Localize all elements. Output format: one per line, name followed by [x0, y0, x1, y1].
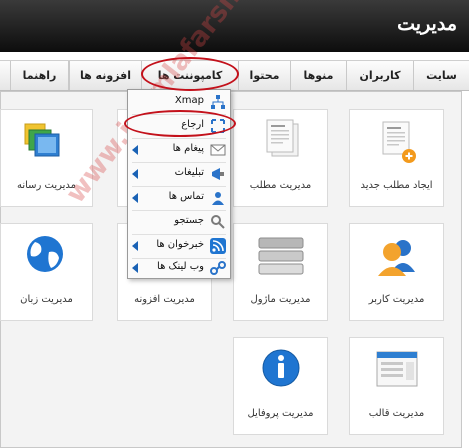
- menu-item-extensions[interactable]: افزونه ها: [69, 61, 141, 90]
- dropdown-item-messages[interactable]: پیغام ها: [128, 138, 230, 162]
- quick-icon-label: مدیریت رسانه: [16, 180, 77, 191]
- dropdown-item-xmap[interactable]: Xmap: [128, 90, 230, 114]
- article-manager-icon: [234, 118, 327, 168]
- quick-icons-panel: ایجاد مطلب جدید مدیریت مطلب مدیریت رسانه…: [0, 91, 462, 448]
- submenu-arrow-icon: [132, 145, 138, 155]
- components-dropdown-menu: Xmap ارجاع پیغام ها تبلیغات تماس ها جستج…: [127, 89, 231, 279]
- dropdown-item-contacts[interactable]: تماس ها: [128, 186, 230, 210]
- admin-header: مدیریت: [0, 0, 469, 52]
- user-manager-icon: [350, 232, 443, 282]
- media-manager-icon: [1, 118, 92, 168]
- menu-item-components[interactable]: کامپوننت ها: [141, 61, 238, 90]
- dropdown-item-banners[interactable]: تبلیغات: [128, 162, 230, 186]
- submenu-arrow-icon: [132, 169, 138, 179]
- dropdown-item-redirect[interactable]: ارجاع: [128, 114, 230, 138]
- submenu-arrow-icon: [132, 263, 138, 273]
- contacts-icon: [210, 190, 226, 206]
- profile-icon: [234, 346, 327, 396]
- quick-icon-article-manager[interactable]: مدیریت مطلب: [233, 109, 328, 207]
- redirect-icon: [210, 118, 226, 134]
- quick-icon-language-manager[interactable]: مدیریت زبان: [0, 223, 93, 321]
- quick-icon-module-manager[interactable]: مدیریت ماژول: [233, 223, 328, 321]
- template-manager-icon: [350, 346, 443, 396]
- quick-icon-label: مدیریت قالب: [368, 408, 425, 419]
- submenu-arrow-icon: [132, 193, 138, 203]
- quick-icon-add-article[interactable]: ایجاد مطلب جدید: [349, 109, 444, 207]
- dropdown-item-label: تبلیغات: [174, 167, 204, 178]
- dropdown-item-label: تماس ها: [168, 191, 204, 202]
- banners-icon: [210, 166, 226, 182]
- quick-icon-label: مدیریت افزونه: [134, 294, 195, 305]
- dropdown-item-newsfeeds[interactable]: خبرخوان ها: [128, 234, 230, 258]
- module-manager-icon: [234, 232, 327, 282]
- weblinks-icon: [210, 260, 226, 276]
- quick-icon-label: مدیریت زبان: [20, 294, 73, 305]
- messages-icon: [210, 142, 226, 158]
- submenu-arrow-icon: [132, 241, 138, 251]
- quick-icon-label: مدیریت کاربر: [368, 294, 425, 305]
- quick-icon-media-manager[interactable]: مدیریت رسانه: [0, 109, 93, 207]
- language-manager-icon: [1, 232, 92, 282]
- dropdown-item-label: وب لینک ها: [157, 261, 204, 272]
- dropdown-item-label: خبرخوان ها: [156, 239, 204, 250]
- quick-icon-template-manager[interactable]: مدیریت قالب: [349, 337, 444, 435]
- main-menu-bar: سایت کاربران منوها محتوا کامپوننت ها افز…: [0, 60, 469, 91]
- dropdown-item-label: پیغام ها: [172, 143, 204, 154]
- quick-icon-label: مدیریت مطلب: [249, 180, 312, 191]
- add-article-icon: [350, 118, 443, 168]
- menu-item-help[interactable]: راهنما: [10, 61, 69, 90]
- quick-icon-label: مدیریت پروفایل: [247, 408, 314, 419]
- quick-icon-label: ایجاد مطلب جدید: [360, 180, 433, 191]
- quick-icon-profile[interactable]: مدیریت پروفایل: [233, 337, 328, 435]
- dropdown-item-label: جستجو: [174, 215, 204, 226]
- search-icon: [210, 214, 226, 230]
- dropdown-item-search[interactable]: جستجو: [128, 210, 230, 234]
- dropdown-item-weblinks[interactable]: وب لینک ها: [128, 256, 230, 280]
- dropdown-item-label: ارجاع: [181, 119, 204, 130]
- menu-item-content[interactable]: محتوا: [238, 61, 290, 90]
- sitemap-icon: [210, 94, 226, 110]
- quick-icon-user-manager[interactable]: مدیریت کاربر: [349, 223, 444, 321]
- dropdown-item-label: Xmap: [174, 95, 204, 106]
- quick-icon-label: مدیریت ماژول: [250, 294, 311, 305]
- menu-item-menus[interactable]: منوها: [290, 61, 346, 90]
- rss-icon: [210, 238, 226, 254]
- menu-item-site[interactable]: سایت: [413, 61, 469, 90]
- page-title: مدیریت: [397, 13, 457, 35]
- menu-item-users[interactable]: کاربران: [346, 61, 413, 90]
